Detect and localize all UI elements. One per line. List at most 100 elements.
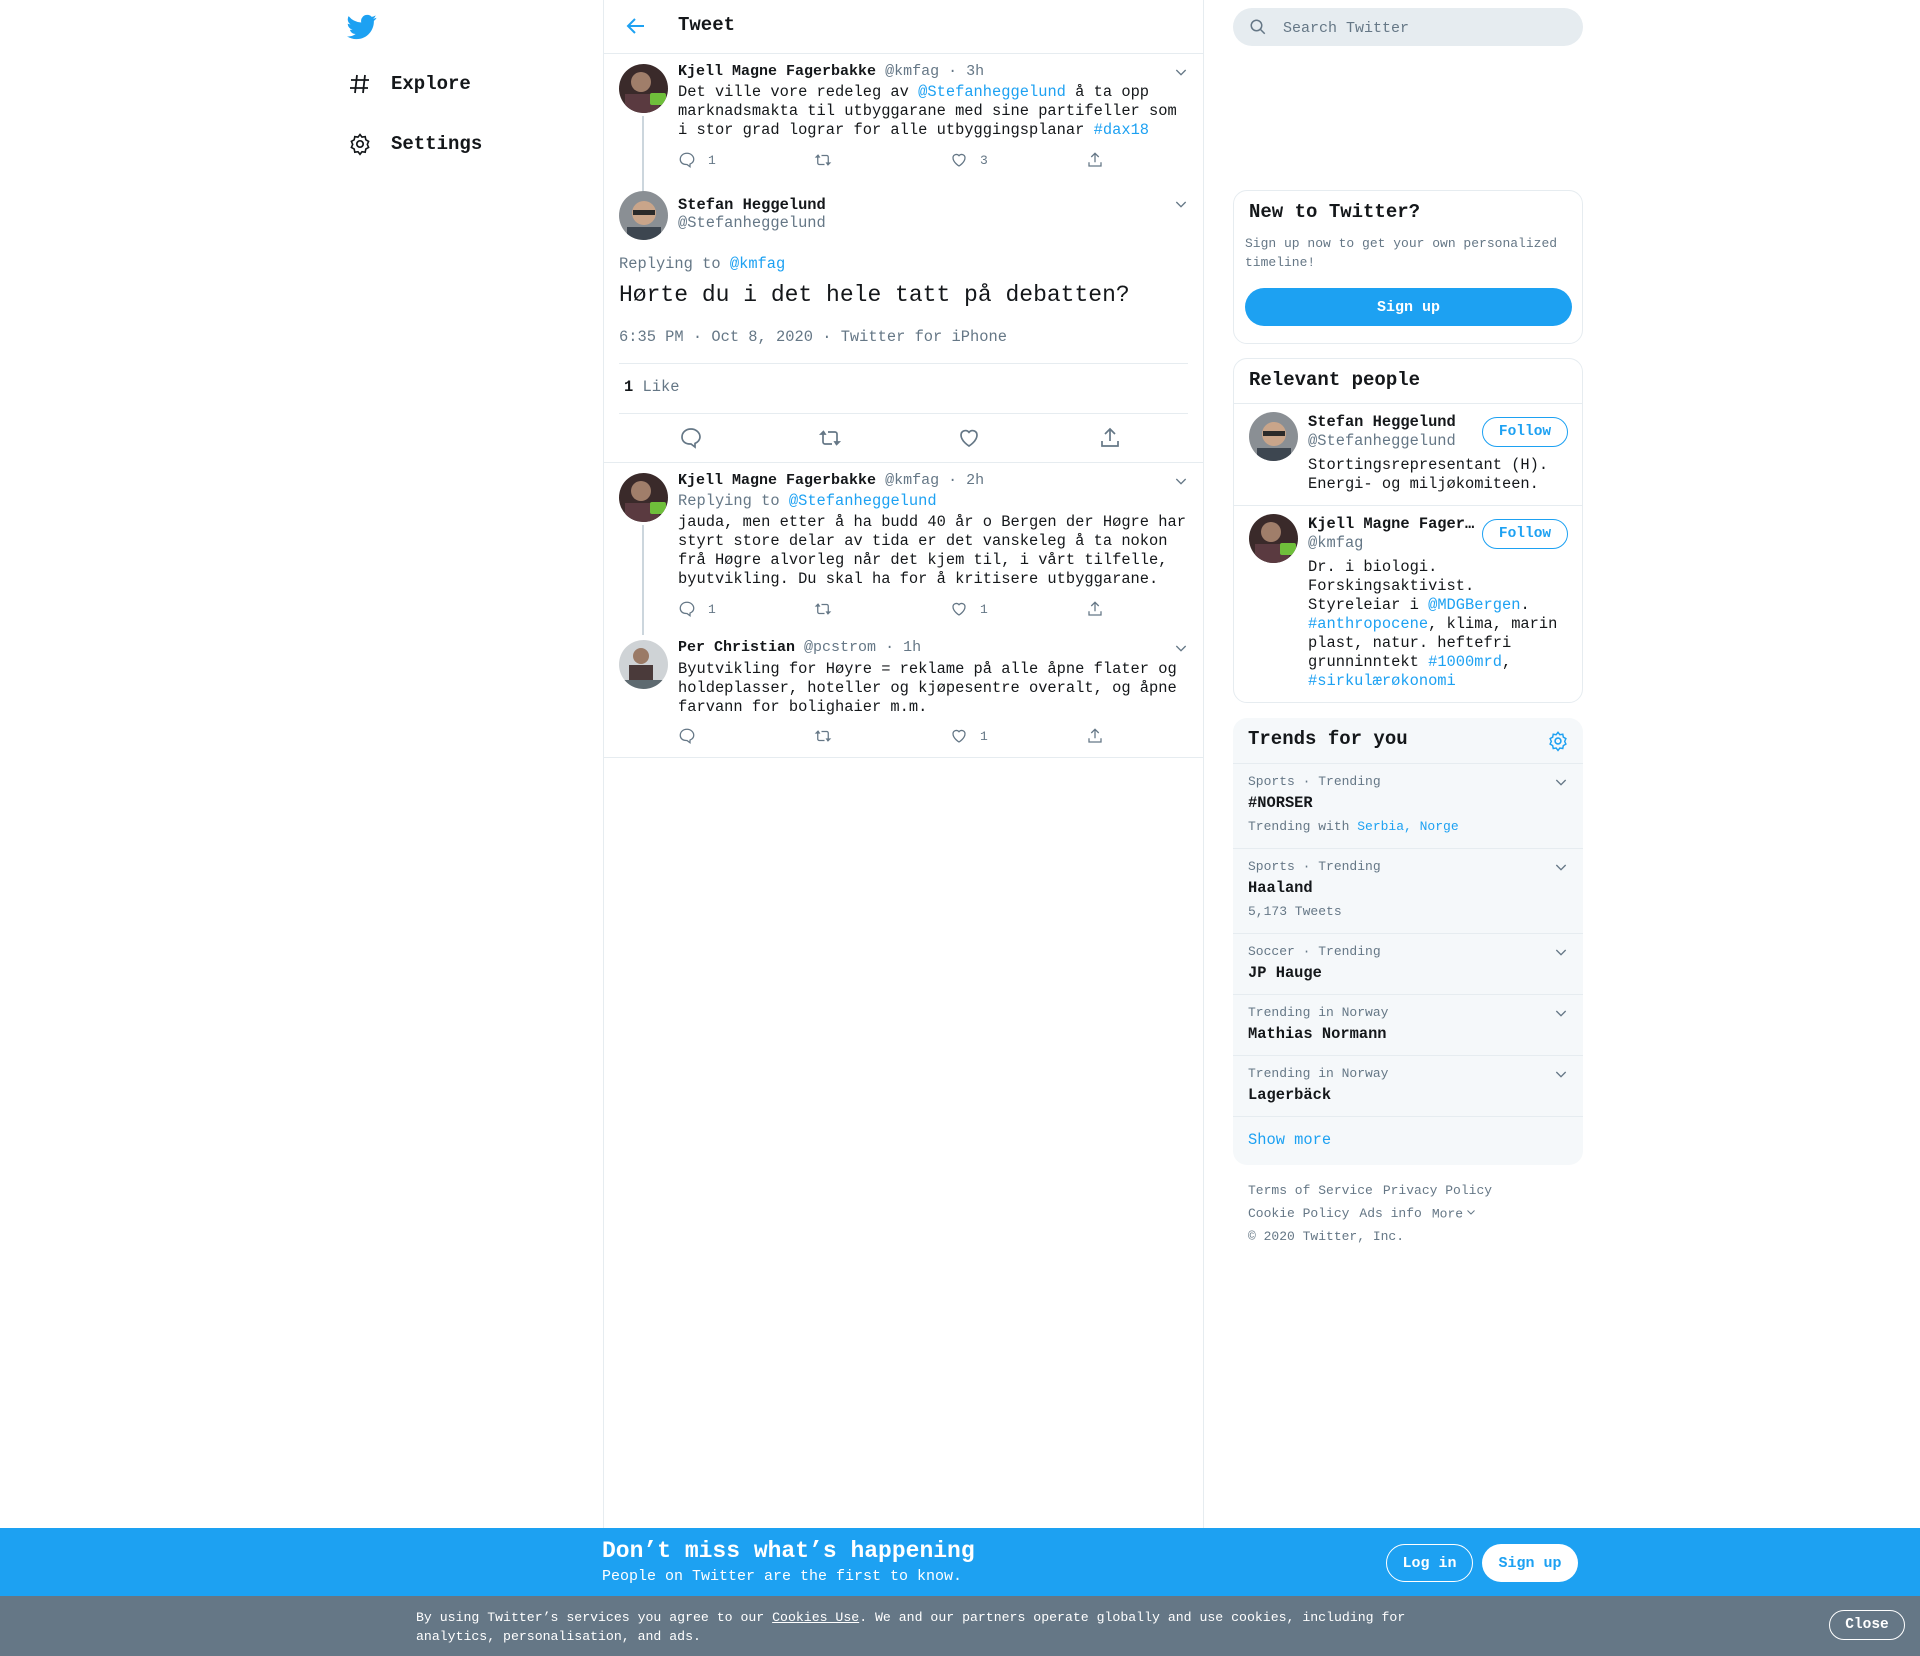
author-handle[interactable]: @Stefanheggelund — [678, 214, 826, 232]
chevron-down-icon[interactable] — [1553, 1066, 1569, 1082]
tweet-time[interactable]: · 3h — [948, 63, 984, 80]
hashtag-link[interactable]: #anthropocene — [1308, 615, 1428, 633]
tweet-actions: 1 1 — [678, 600, 1118, 620]
trend-item[interactable]: Trending in Norway Mathias Normann — [1233, 994, 1583, 1055]
search-box[interactable] — [1233, 8, 1583, 48]
retweet-icon[interactable] — [818, 426, 842, 450]
chevron-down-icon[interactable] — [1553, 1005, 1569, 1021]
avatar[interactable] — [619, 473, 668, 522]
chevron-down-icon[interactable] — [1553, 859, 1569, 875]
chevron-down-icon[interactable] — [1173, 640, 1189, 656]
reply-icon[interactable] — [679, 426, 703, 450]
footer-cookie[interactable]: Cookie Policy — [1248, 1206, 1349, 1221]
reply-button[interactable] — [678, 727, 708, 745]
author-handle[interactable]: @kmfag — [885, 63, 939, 80]
signup-button[interactable]: Sign up — [1482, 1544, 1578, 1582]
author-name[interactable]: Kjell Magne Fagerbakke — [678, 472, 876, 489]
avatar[interactable] — [619, 191, 668, 240]
retweet-button[interactable] — [814, 600, 844, 618]
footer-ads[interactable]: Ads info — [1359, 1206, 1421, 1221]
share-icon[interactable] — [1098, 426, 1122, 450]
share-button[interactable] — [1086, 600, 1116, 618]
share-button[interactable] — [1086, 151, 1116, 169]
person-bio: Dr. i biologi. Forskingsaktivist. Styrel… — [1308, 558, 1568, 691]
show-more-row[interactable]: Show more — [1233, 1116, 1583, 1165]
like-count: 1 — [624, 378, 634, 396]
tweet-time[interactable]: · 1h — [885, 639, 921, 656]
signup-button[interactable]: Sign up — [1245, 288, 1572, 326]
trend-sub-links[interactable]: Serbia, Norge — [1357, 819, 1458, 834]
hashtag-link[interactable]: #dax18 — [1094, 121, 1149, 139]
author-name[interactable]: Kjell Magne Fagerbakke — [678, 63, 876, 80]
trend-item[interactable]: Trending in Norway Lagerbäck — [1233, 1055, 1583, 1116]
close-button[interactable]: Close — [1829, 1610, 1905, 1640]
divider — [604, 757, 1203, 758]
hashtag-link[interactable]: #sirkulærøkonomi — [1308, 672, 1456, 690]
person-handle[interactable]: @kmfag — [1308, 534, 1363, 552]
mention-link[interactable]: @MDGBergen — [1428, 596, 1520, 614]
twitter-bird-icon[interactable] — [347, 12, 377, 42]
nav-item-label: Explore — [391, 73, 471, 95]
avatar[interactable] — [1249, 514, 1298, 563]
footer-privacy[interactable]: Privacy Policy — [1383, 1183, 1492, 1198]
trend-item[interactable]: Sports · Trending #NORSER Trending with … — [1233, 763, 1583, 848]
trend-item[interactable]: Sports · Trending Haaland 5,173 Tweets — [1233, 848, 1583, 933]
mention-link[interactable]: @kmfag — [730, 255, 785, 273]
avatar[interactable] — [619, 64, 668, 113]
author-name[interactable]: Per Christian — [678, 639, 795, 656]
show-more-link[interactable]: Show more — [1248, 1131, 1331, 1149]
replying-label: Replying to — [619, 255, 730, 273]
search-input[interactable] — [1281, 8, 1575, 48]
heart-icon[interactable] — [957, 426, 981, 450]
chevron-down-icon[interactable] — [1553, 774, 1569, 790]
login-button[interactable]: Log in — [1386, 1544, 1473, 1582]
chevron-down-icon[interactable] — [1553, 944, 1569, 960]
tweet-timestamp[interactable]: 6:35 PM · Oct 8, 2020 — [619, 328, 813, 346]
tweet-source[interactable]: Twitter for iPhone — [841, 328, 1007, 346]
avatar[interactable] — [619, 640, 668, 689]
retweet-button[interactable] — [814, 727, 844, 745]
chevron-down-icon[interactable] — [1173, 473, 1189, 489]
tweet-parent[interactable]: Kjell Magne Fagerbakke @kmfag · 3h Det v… — [604, 54, 1203, 238]
trend-item[interactable]: Soccer · Trending JP Hauge — [1233, 933, 1583, 994]
divider — [604, 462, 1203, 463]
reply-button[interactable]: 1 — [678, 600, 716, 618]
nav-item-explore[interactable]: Explore — [347, 64, 471, 104]
tweet-text: jauda, men etter å ha budd 40 år o Berge… — [678, 513, 1186, 588]
footer-terms[interactable]: Terms of Service — [1248, 1183, 1373, 1198]
follow-button[interactable]: Follow — [1482, 417, 1568, 447]
nav-item-settings[interactable]: Settings — [347, 124, 482, 164]
follow-button[interactable]: Follow — [1482, 519, 1568, 549]
tweet-time[interactable]: · 2h — [948, 472, 984, 489]
hashtag-link[interactable]: #1000mrd — [1428, 653, 1502, 671]
reply-button[interactable]: 1 — [678, 151, 716, 169]
author-handle[interactable]: @kmfag — [885, 472, 939, 489]
retweet-button[interactable] — [814, 151, 844, 169]
like-button[interactable]: 3 — [950, 151, 988, 169]
share-button[interactable] — [1086, 727, 1116, 745]
divider — [619, 413, 1188, 414]
chevron-down-icon[interactable] — [1173, 64, 1189, 80]
avatar[interactable] — [1249, 412, 1298, 461]
person-item[interactable]: Stefan Heggelund @Stefanheggelund Follow… — [1234, 404, 1582, 505]
person-name[interactable]: Kjell Magne Fagerbakke — [1308, 515, 1478, 533]
gear-icon[interactable] — [1547, 730, 1569, 752]
like-button[interactable]: 1 — [950, 727, 988, 745]
person-handle[interactable]: @Stefanheggelund — [1308, 432, 1456, 450]
trend-context: Soccer · Trending — [1248, 944, 1381, 959]
author-handle[interactable]: @pcstrom — [804, 639, 876, 656]
replying-label: Replying to — [678, 492, 789, 510]
arrow-left-icon[interactable] — [624, 14, 648, 38]
chevron-down-icon[interactable] — [1465, 1206, 1477, 1222]
author-name[interactable]: Stefan Heggelund — [678, 196, 826, 214]
chevron-down-icon[interactable] — [1173, 196, 1189, 212]
mention-link[interactable]: @Stefanheggelund — [918, 83, 1066, 101]
person-item[interactable]: Kjell Magne Fagerbakke @kmfag Follow Dr.… — [1234, 506, 1582, 701]
like-button[interactable]: 1 — [950, 600, 988, 618]
mention-link[interactable]: @Stefanheggelund — [789, 492, 937, 510]
person-name[interactable]: Stefan Heggelund — [1308, 413, 1478, 431]
footer-more[interactable]: More — [1432, 1206, 1463, 1221]
cookies-use-link[interactable]: Cookies Use — [772, 1610, 859, 1625]
likes-summary[interactable]: 1 Like — [624, 378, 679, 396]
trend-context: Sports · Trending — [1248, 859, 1381, 874]
